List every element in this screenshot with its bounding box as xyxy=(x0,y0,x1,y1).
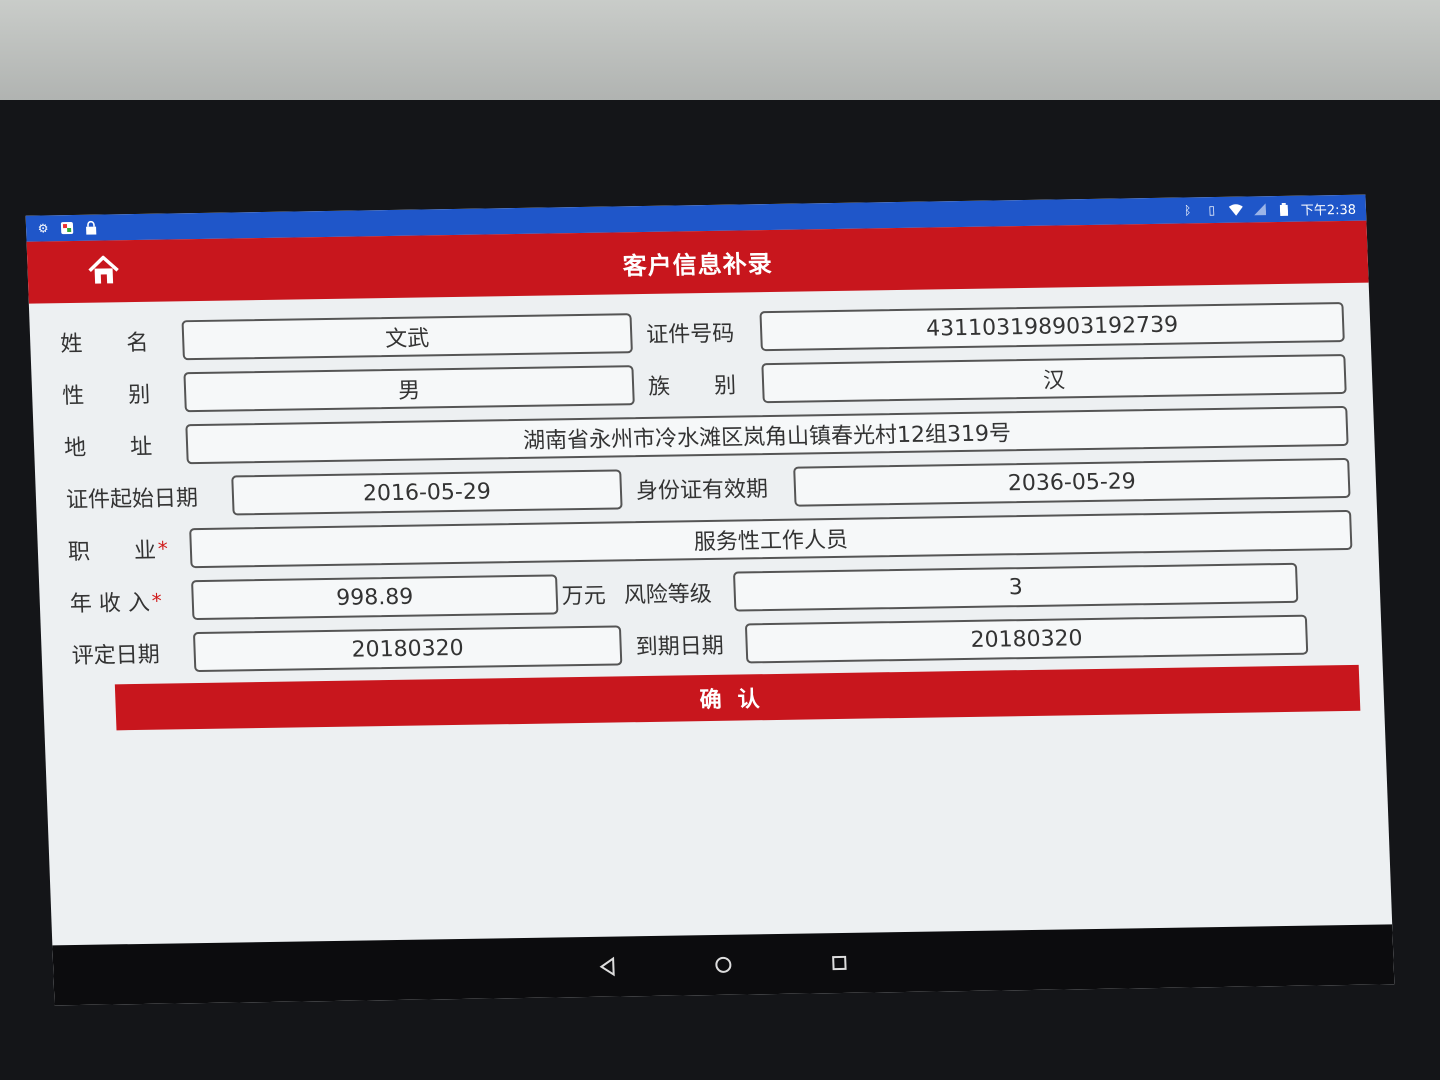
income-label: 年 收 入 * xyxy=(69,584,192,618)
signal-icon xyxy=(1252,202,1267,216)
expire-date-field[interactable]: 20180320 xyxy=(744,614,1309,664)
vibrate-icon: ▯ xyxy=(1208,203,1216,218)
id-number-field[interactable]: 431103198903192739 xyxy=(759,302,1345,352)
ethnicity-label: 族 别 xyxy=(647,373,737,400)
ethnicity-field[interactable]: 汉 xyxy=(761,353,1347,404)
id-start-date-label: 证件起始日期 xyxy=(65,486,199,514)
back-icon[interactable] xyxy=(589,948,626,985)
wifi-icon xyxy=(1228,203,1243,217)
required-mark: * xyxy=(157,536,169,561)
lock-icon xyxy=(84,220,99,235)
home-circle-icon[interactable] xyxy=(705,947,742,984)
tablet-screen: ⚙ ᛒ ▯ 下午2:38 客户信息补录 姓 名 文武 证件号码 43110319… xyxy=(25,194,1395,1006)
income-unit: 万元 xyxy=(561,583,607,610)
expire-date-label: 到期日期 xyxy=(635,633,725,661)
battery-icon xyxy=(1276,202,1291,216)
bluetooth-icon: ᛒ xyxy=(1183,203,1192,218)
id-valid-label: 身份证有效期 xyxy=(635,477,769,505)
gender-field[interactable]: 男 xyxy=(183,365,635,413)
occupation-label-text: 职 业 xyxy=(67,538,157,566)
income-label-text: 年 收 入 xyxy=(69,590,151,618)
page-title: 客户信息补录 xyxy=(622,249,774,280)
status-time: 下午2:38 xyxy=(1300,202,1357,219)
name-label: 姓 名 xyxy=(59,330,149,358)
status-bar-left: ⚙ xyxy=(36,220,99,236)
address-label: 地 址 xyxy=(63,434,153,462)
assess-date-field[interactable]: 20180320 xyxy=(192,625,623,673)
id-start-date-field[interactable]: 2016-05-29 xyxy=(231,469,623,516)
occupation-label: 职 业 * xyxy=(67,532,190,566)
assess-date-label: 评定日期 xyxy=(71,642,161,670)
home-icon[interactable] xyxy=(85,252,122,289)
risk-level-field[interactable]: 3 xyxy=(732,562,1299,612)
required-mark: * xyxy=(151,588,163,613)
name-field[interactable]: 文武 xyxy=(181,313,633,361)
id-number-label: 证件号码 xyxy=(645,321,735,348)
recents-icon[interactable] xyxy=(821,945,858,982)
risk-level-label: 风险等级 xyxy=(623,581,713,609)
settings-icon: ⚙ xyxy=(37,221,49,236)
gender-label: 性 别 xyxy=(61,382,151,410)
id-valid-field[interactable]: 2036-05-29 xyxy=(793,457,1351,507)
app-icon xyxy=(60,221,75,235)
customer-info-form: 姓 名 文武 证件号码 431103198903192739 性 别 男 族 别… xyxy=(29,283,1383,680)
status-bar-right: ᛒ ▯ 下午2:38 xyxy=(1180,198,1356,220)
income-field[interactable]: 998.89 xyxy=(191,574,559,621)
